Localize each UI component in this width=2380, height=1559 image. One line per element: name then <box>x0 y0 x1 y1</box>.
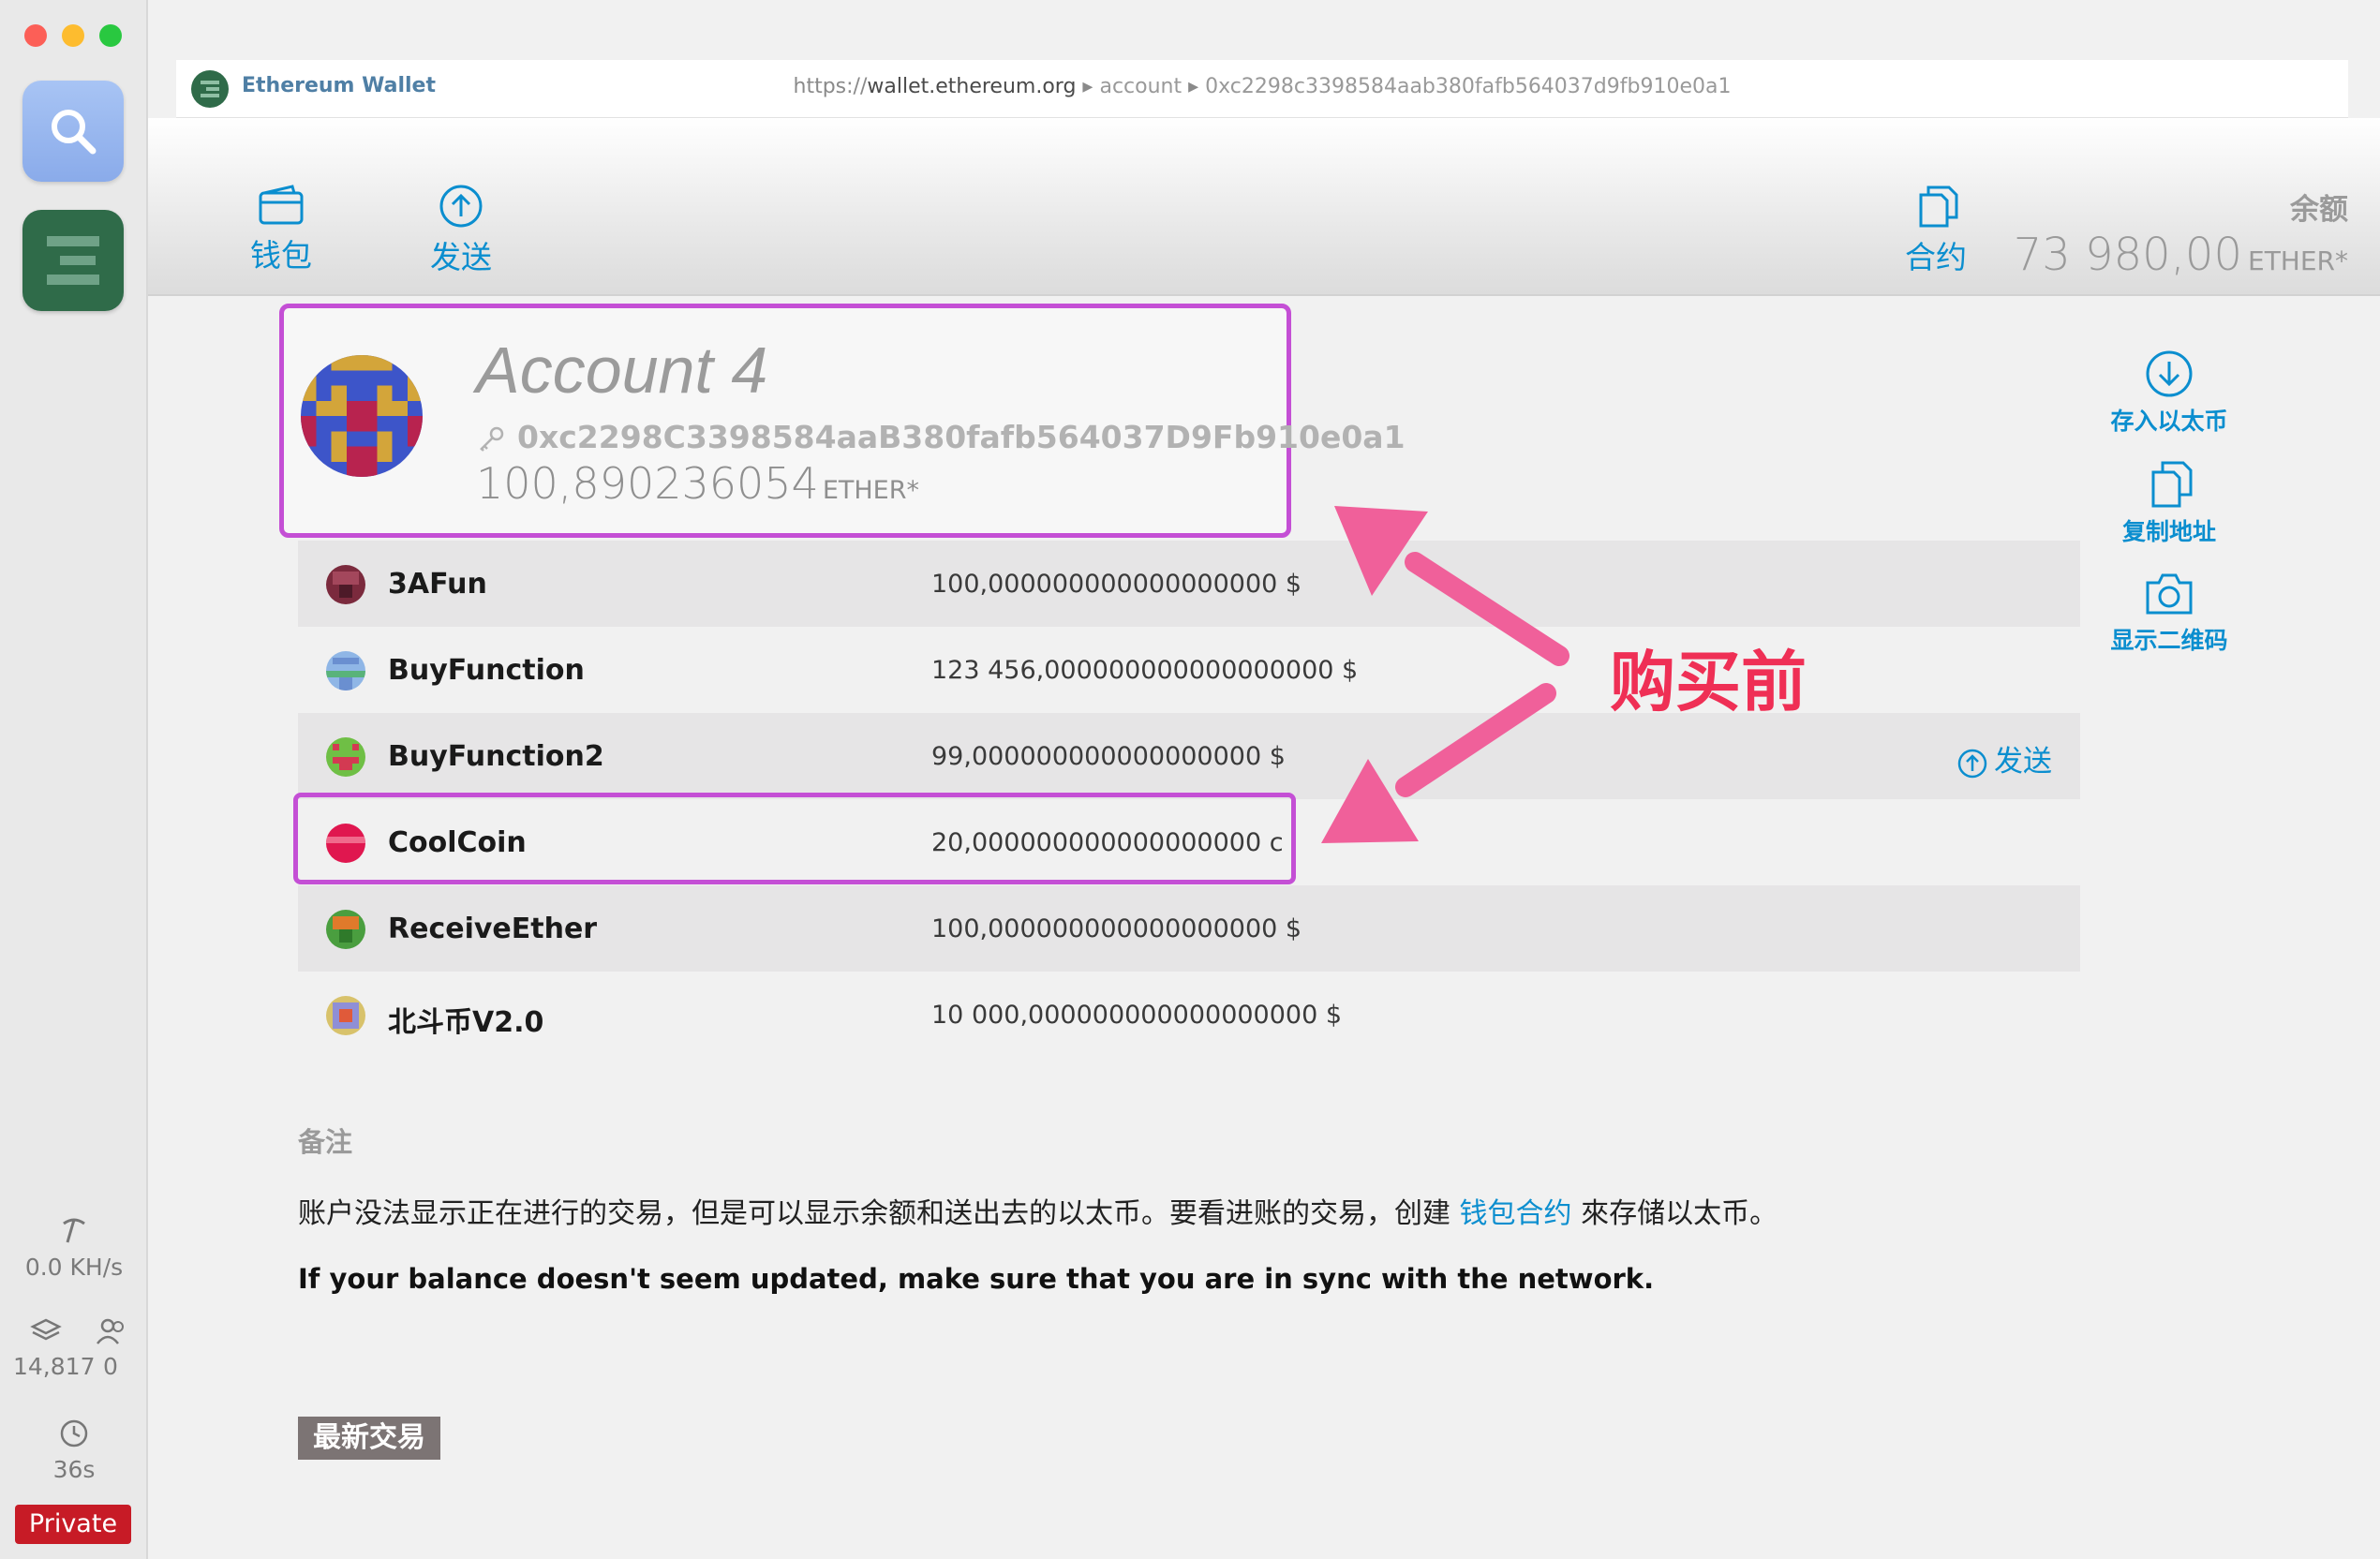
wallet-contract-link[interactable]: 钱包合约 <box>1460 1197 1572 1230</box>
notes-title: 备注 <box>298 1126 353 1158</box>
latest-transactions-heading: 最新交易 <box>298 1417 440 1460</box>
annotation-label: 购买前 <box>1610 644 1807 720</box>
notes-chinese: 账户没法显示正在进行的交易，但是可以显示余额和送出去的以太币。要看进账的交易，创… <box>298 1190 1778 1231</box>
notes-text-before: 账户没法显示正在进行的交易，但是可以显示余额和送出去的以太币。要看进账的交易，创… <box>298 1197 1460 1230</box>
arrow-to-coolcoin-icon <box>1321 683 1556 843</box>
arrow-to-account-icon <box>1334 506 1569 666</box>
annotation-arrows <box>1321 506 1569 843</box>
notes-text-after: 來存储以太币。 <box>1571 1197 1778 1230</box>
notes-english: If your balance doesn't seem updated, ma… <box>298 1263 1655 1295</box>
